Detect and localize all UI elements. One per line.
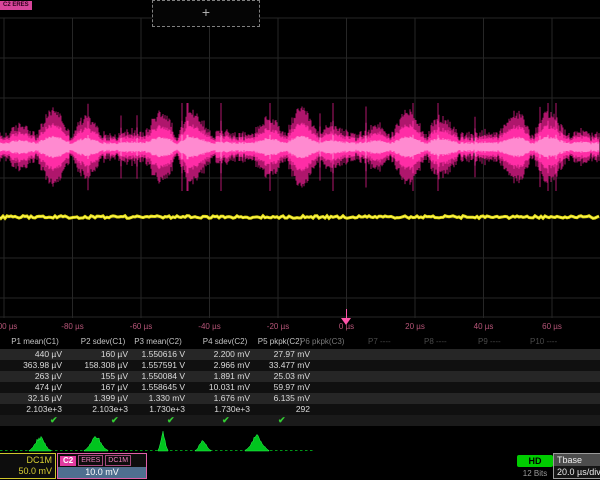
time-axis: -100 µs-80 µs-60 µs-40 µs-20 µs0 µs20 µs… bbox=[0, 318, 600, 336]
table-row-stripe bbox=[0, 415, 600, 426]
c2-coupling-badge: DC1M bbox=[105, 455, 131, 466]
hd-mode-badge[interactable]: HD bbox=[517, 455, 553, 467]
param-header-P3[interactable]: P3 mean(C2) bbox=[123, 337, 193, 346]
histicon-peak-P1 bbox=[29, 436, 51, 451]
time-tick-label: 60 µs bbox=[527, 322, 577, 331]
measure-value-P5: 27.97 mV bbox=[234, 349, 310, 360]
c2-scale-label: 10.0 mV bbox=[58, 467, 146, 478]
measure-mean-P5: 33.477 mV bbox=[234, 360, 310, 371]
timebase-descriptor[interactable]: Tbase 20.0 µs/div bbox=[553, 453, 600, 479]
time-tick-label: -40 µs bbox=[185, 322, 235, 331]
time-tick-label: -80 µs bbox=[48, 322, 98, 331]
histicon-peak-P3 bbox=[158, 431, 168, 451]
status-check-P4: ✔ bbox=[222, 415, 230, 426]
time-tick-label: -100 µs bbox=[0, 322, 29, 331]
trigger-position-stem bbox=[346, 309, 347, 318]
trace-annotation-badge: C2 ERES bbox=[0, 1, 32, 10]
measurement-table: P1 mean(C1)P2 sdev(C1)P3 mean(C2)P4 sdev… bbox=[0, 336, 600, 428]
param-header-P1[interactable]: P1 mean(C1) bbox=[0, 337, 70, 346]
time-tick-label: 40 µs bbox=[459, 322, 509, 331]
measurement-histicons bbox=[0, 428, 600, 453]
histicon-peak-P4 bbox=[195, 441, 211, 451]
plus-icon: + bbox=[202, 4, 210, 20]
measure-min-P5: 25.03 mV bbox=[234, 371, 310, 382]
c2-channel-chip: C2 bbox=[60, 456, 76, 466]
status-check-P5: ✔ bbox=[278, 415, 286, 426]
channel-c1-descriptor[interactable]: DC1M 50.0 mV bbox=[0, 453, 56, 479]
c2-eres-badge: ERES bbox=[78, 455, 103, 466]
add-trace-button[interactable]: + bbox=[152, 0, 260, 27]
measure-max-P5: 59.97 mV bbox=[234, 382, 310, 393]
c1-scale-label: 50.0 mV bbox=[0, 466, 52, 477]
param-header-P10[interactable]: P10 ---- bbox=[530, 337, 600, 346]
timebase-value: 20.0 µs/div bbox=[554, 466, 600, 478]
time-tick-label: 20 µs bbox=[390, 322, 440, 331]
status-check-P2: ✔ bbox=[111, 415, 119, 426]
measure-sdev-P5: 6.135 mV bbox=[234, 393, 310, 404]
status-check-P1: ✔ bbox=[50, 415, 58, 426]
trigger-position-marker[interactable] bbox=[341, 318, 351, 325]
status-check-P3: ✔ bbox=[167, 415, 175, 426]
histicon-peak-P5 bbox=[245, 434, 269, 451]
channel-c2-descriptor[interactable]: C2 ERES DC1M 10.0 mV bbox=[57, 453, 147, 479]
param-header-P6[interactable]: P6 pkpk(C3) bbox=[300, 337, 370, 346]
waveform-display[interactable] bbox=[0, 0, 600, 318]
time-tick-label: -20 µs bbox=[253, 322, 303, 331]
bit-depth-label: 12 Bits bbox=[513, 469, 557, 478]
measure-num-P5: 292 bbox=[234, 404, 310, 415]
timebase-title: Tbase bbox=[554, 454, 600, 466]
oscilloscope-screen: C2 ERES -100 µs-80 µs-60 µs-40 µs-20 µs0… bbox=[0, 0, 600, 480]
histicon-peak-P2 bbox=[84, 436, 108, 451]
time-tick-label: -60 µs bbox=[116, 322, 166, 331]
c1-coupling-label: DC1M bbox=[0, 455, 52, 466]
